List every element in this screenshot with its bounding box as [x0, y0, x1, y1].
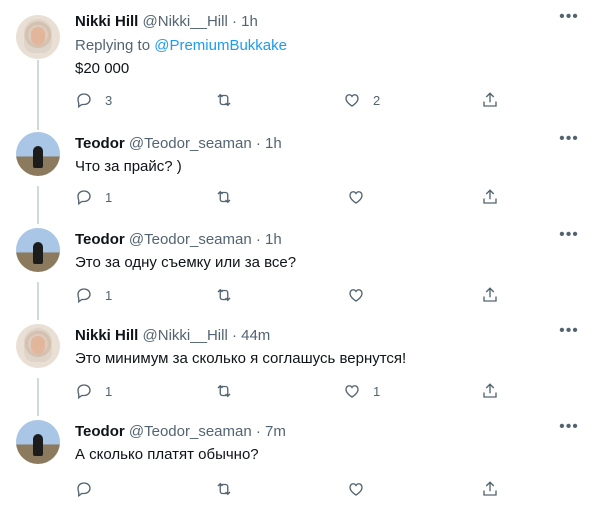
retweet-icon: [217, 93, 231, 107]
retweet-icon: [217, 482, 231, 496]
reply-icon: [77, 288, 91, 304]
share-button[interactable]: [481, 479, 499, 499]
tweet-time[interactable]: · 44m: [232, 327, 270, 344]
tweet-actions: [75, 479, 585, 499]
tweet-header: Teodor @Teodor_seaman · 1h: [75, 231, 282, 248]
reply-count: 1: [105, 189, 113, 205]
reply-icon: [77, 384, 91, 400]
author-handle[interactable]: @Nikki__Hill: [143, 13, 228, 30]
more-icon[interactable]: •••: [559, 227, 579, 246]
more-icon[interactable]: •••: [559, 9, 579, 28]
like-button[interactable]: 2: [343, 90, 380, 110]
reply-button[interactable]: 1: [75, 381, 112, 401]
replying-to-link[interactable]: @PremiumBukkake: [154, 37, 287, 54]
author-handle[interactable]: @Teodor_seaman: [129, 231, 252, 248]
share-icon: [483, 92, 497, 107]
retweet-button[interactable]: [215, 285, 245, 305]
retweet-button[interactable]: [215, 187, 245, 207]
like-count: 1: [373, 383, 381, 399]
tweet-header: Teodor @Teodor_seaman · 7m: [75, 423, 286, 440]
tweet-header: Teodor @Teodor_seaman · 1h: [75, 135, 282, 152]
replying-prefix: Replying to: [75, 37, 155, 54]
share-button[interactable]: [481, 285, 499, 305]
retweet-icon: [217, 288, 231, 302]
like-button[interactable]: [347, 285, 377, 305]
avatar[interactable]: [16, 132, 60, 176]
author-name[interactable]: Nikki Hill: [75, 13, 138, 30]
tweet[interactable]: Nikki Hill @Nikki__Hill · 1h ••• Replyin…: [0, 0, 594, 122]
tweet[interactable]: Teodor @Teodor_seaman · 1h ••• Что за пр…: [0, 122, 594, 220]
author-handle[interactable]: @Teodor_seaman: [129, 423, 252, 440]
like-icon: [345, 385, 359, 398]
share-button[interactable]: [481, 381, 499, 401]
tweet[interactable]: Teodor @Teodor_seaman · 1h ••• Это за од…: [0, 218, 594, 316]
reply-count: 1: [105, 287, 113, 303]
like-button[interactable]: 1: [343, 381, 380, 401]
author-name[interactable]: Teodor: [75, 135, 125, 152]
avatar[interactable]: [16, 420, 60, 464]
avatar[interactable]: [16, 228, 60, 272]
tweet-text: Что за прайс? ): [75, 158, 182, 175]
tweet-text: Это минимум за сколько я соглашусь верну…: [75, 350, 407, 367]
more-icon[interactable]: •••: [559, 131, 579, 150]
avatar[interactable]: [16, 15, 60, 59]
share-icon: [483, 383, 497, 398]
tweet-header: Nikki Hill @Nikki__Hill · 1h: [75, 13, 258, 30]
replying-to: Replying to @PremiumBukkake: [75, 37, 287, 54]
tweet[interactable]: Teodor @Teodor_seaman · 7m ••• А сколько…: [0, 410, 594, 507]
share-icon: [483, 189, 497, 204]
tweet-actions: 1 1: [75, 381, 585, 401]
author-name[interactable]: Nikki Hill: [75, 327, 138, 344]
reply-count: 3: [105, 92, 113, 108]
like-icon: [349, 191, 363, 204]
share-button[interactable]: [481, 187, 499, 207]
tweet-time[interactable]: · 1h: [256, 231, 282, 248]
author-handle[interactable]: @Nikki__Hill: [143, 327, 228, 344]
reply-button[interactable]: 3: [75, 90, 112, 110]
reply-icon: [77, 93, 91, 109]
tweet[interactable]: Nikki Hill @Nikki__Hill · 44m ••• Это ми…: [0, 314, 594, 412]
tweet-time[interactable]: · 7m: [256, 423, 286, 440]
tweet-actions: 1: [75, 285, 585, 305]
like-button[interactable]: [347, 479, 377, 499]
share-icon: [483, 481, 497, 496]
tweet-time[interactable]: · 1h: [232, 13, 258, 30]
avatar[interactable]: [16, 324, 60, 368]
like-icon: [345, 94, 359, 107]
reply-button[interactable]: 1: [75, 187, 112, 207]
share-icon: [483, 287, 497, 302]
like-icon: [349, 289, 363, 302]
like-count: 2: [373, 92, 381, 108]
share-button[interactable]: [481, 90, 499, 110]
retweet-button[interactable]: [215, 479, 245, 499]
tweet-actions: 1: [75, 187, 585, 207]
retweet-icon: [217, 384, 231, 398]
more-icon[interactable]: •••: [559, 419, 579, 438]
tweet-text: Это за одну съемку или за все?: [75, 254, 297, 271]
author-name[interactable]: Teodor: [75, 231, 125, 248]
author-name[interactable]: Teodor: [75, 423, 125, 440]
reply-button[interactable]: 1: [75, 285, 112, 305]
reply-icon: [77, 482, 91, 498]
reply-button[interactable]: [75, 479, 105, 499]
retweet-button[interactable]: [215, 90, 245, 110]
more-icon[interactable]: •••: [559, 323, 579, 342]
like-button[interactable]: [347, 187, 377, 207]
tweet-time[interactable]: · 1h: [256, 135, 282, 152]
retweet-button[interactable]: [215, 381, 245, 401]
reply-count: 1: [105, 383, 113, 399]
retweet-icon: [217, 190, 231, 204]
tweet-text: А сколько платят обычно?: [75, 446, 259, 463]
like-icon: [349, 483, 363, 496]
author-handle[interactable]: @Teodor_seaman: [129, 135, 252, 152]
tweet-actions: 3 2: [75, 90, 585, 110]
tweet-header: Nikki Hill @Nikki__Hill · 44m: [75, 327, 270, 344]
reply-icon: [77, 190, 91, 206]
tweet-text: $20 000: [75, 60, 130, 77]
